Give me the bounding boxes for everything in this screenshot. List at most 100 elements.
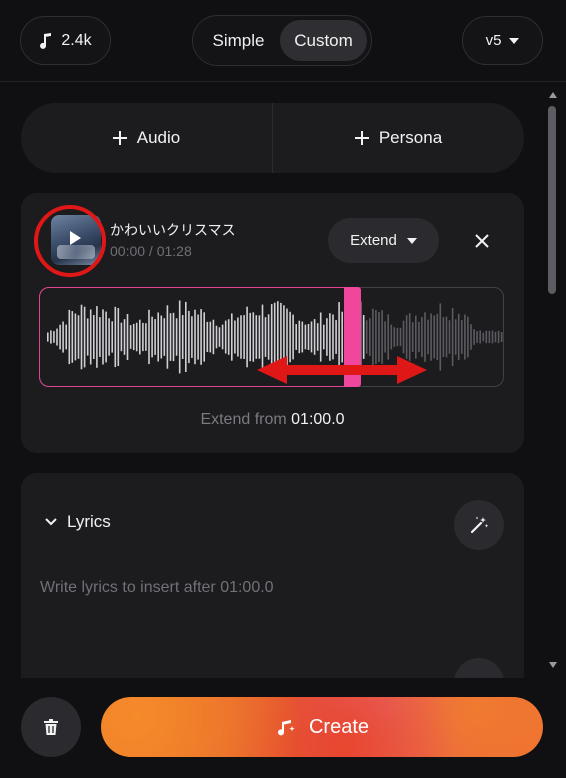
waveform-bar (77, 315, 80, 359)
waveform-bar (418, 321, 420, 353)
waveform-bar (224, 320, 227, 354)
waveform-bar (160, 315, 163, 359)
waveform-bar (185, 301, 187, 372)
music-note-icon (40, 32, 52, 49)
music-sparkle-icon (278, 720, 295, 736)
magic-wand-icon (470, 516, 489, 534)
waveform-bar (393, 327, 396, 347)
waveform-bar (154, 319, 156, 355)
close-track-button[interactable] (467, 226, 497, 256)
waveform-bar (212, 319, 215, 355)
waveform-bar (500, 332, 503, 342)
extend-dropdown-label: Extend (350, 232, 397, 249)
waveform-bar (218, 327, 221, 347)
waveform-bar (93, 315, 95, 359)
waveform-bar (384, 321, 386, 353)
scrollbar[interactable] (546, 86, 558, 674)
waveform-bar (68, 309, 71, 365)
waveform-bar (421, 317, 423, 357)
waveform-bar (53, 331, 55, 343)
waveform-bar (427, 319, 429, 355)
waveform-bar (399, 327, 402, 347)
waveform-bar (86, 318, 89, 356)
version-select[interactable]: v5 (462, 16, 543, 65)
waveform-bar (390, 324, 393, 350)
scroll-up-arrow-icon[interactable] (549, 92, 557, 98)
waveform-bar (252, 312, 255, 362)
add-persona-button[interactable]: Persona (273, 103, 524, 173)
add-row: Audio Persona (21, 103, 524, 173)
waveform-bar (445, 316, 448, 358)
waveform-bar (467, 316, 469, 358)
waveform-bar (243, 315, 245, 359)
waveform-bar (470, 324, 472, 350)
waveform-bar (301, 321, 304, 353)
create-button[interactable]: Create (101, 697, 543, 757)
mode-toggle: Simple Custom (192, 15, 372, 66)
waveform-bar (295, 324, 297, 350)
mode-simple-button[interactable]: Simple (197, 20, 280, 61)
waveform-bar (231, 313, 233, 361)
credits-count: 2.4k (61, 31, 92, 49)
waveform-bar (369, 318, 371, 356)
trash-icon (44, 719, 58, 735)
waveform-bar (151, 316, 153, 358)
waveform-bar (237, 317, 239, 357)
waveform-bar (108, 318, 110, 356)
waveform-bar (476, 331, 478, 343)
create-label: Create (308, 715, 370, 738)
waveform-bar (166, 305, 169, 369)
waveform-bar (313, 319, 316, 355)
waveform-bar (433, 315, 435, 359)
waveform-bar (473, 329, 475, 345)
waveform-bar (169, 313, 172, 361)
waveform-bar (178, 300, 181, 374)
waveform-bar (175, 318, 178, 356)
waveform-bar (132, 323, 135, 351)
waveform-bar (488, 330, 491, 344)
plus-icon (354, 131, 369, 145)
extend-from-prefix: Extend from (200, 411, 287, 428)
extend-dropdown[interactable]: Extend (328, 218, 439, 263)
waveform-bar (102, 309, 104, 365)
add-audio-button[interactable]: Audio (21, 103, 272, 173)
waveform-bar (335, 320, 337, 354)
waveform-bar (80, 304, 83, 370)
waveform-bar (448, 320, 451, 354)
top-bar: 2.4k Simple Custom v5 (0, 0, 566, 82)
generate-lyrics-button[interactable] (454, 500, 504, 550)
lyrics-input[interactable] (40, 573, 500, 603)
lyrics-secondary-button[interactable] (454, 658, 504, 678)
lyrics-toggle[interactable]: Lyrics (45, 512, 111, 532)
waveform-bar (264, 317, 267, 357)
waveform-bar (457, 313, 460, 361)
waveform-bar (436, 313, 439, 361)
waveform-bar (221, 324, 224, 350)
waveform-bar (439, 303, 442, 371)
waveform-bar (172, 312, 175, 362)
caret-down-icon (406, 237, 417, 244)
delete-button[interactable] (21, 697, 81, 757)
waveform-bar (120, 322, 123, 352)
waveform-bar (157, 312, 159, 362)
waveform-bar (89, 309, 92, 365)
waveform-bar (209, 321, 212, 353)
version-label: v5 (485, 32, 502, 49)
track-time: 00:00 / 01:28 (110, 243, 192, 259)
waveform-bar (365, 320, 368, 354)
waveform-bar (148, 309, 150, 365)
chevron-down-icon (45, 518, 57, 526)
waveform-bar (74, 313, 77, 361)
waveform-bar (117, 308, 120, 366)
mode-custom-button[interactable]: Custom (280, 20, 367, 61)
waveform-bar (99, 317, 101, 357)
waveform-bar (494, 331, 497, 343)
scroll-down-arrow-icon[interactable] (549, 662, 557, 668)
scrollbar-thumb[interactable] (548, 106, 556, 294)
waveform-bar (479, 330, 481, 344)
credits-badge[interactable]: 2.4k (20, 16, 111, 65)
waveform-bar (96, 306, 98, 368)
waveform-bar (430, 313, 432, 361)
waveform-bar (56, 328, 58, 346)
waveform-bar (181, 315, 184, 359)
